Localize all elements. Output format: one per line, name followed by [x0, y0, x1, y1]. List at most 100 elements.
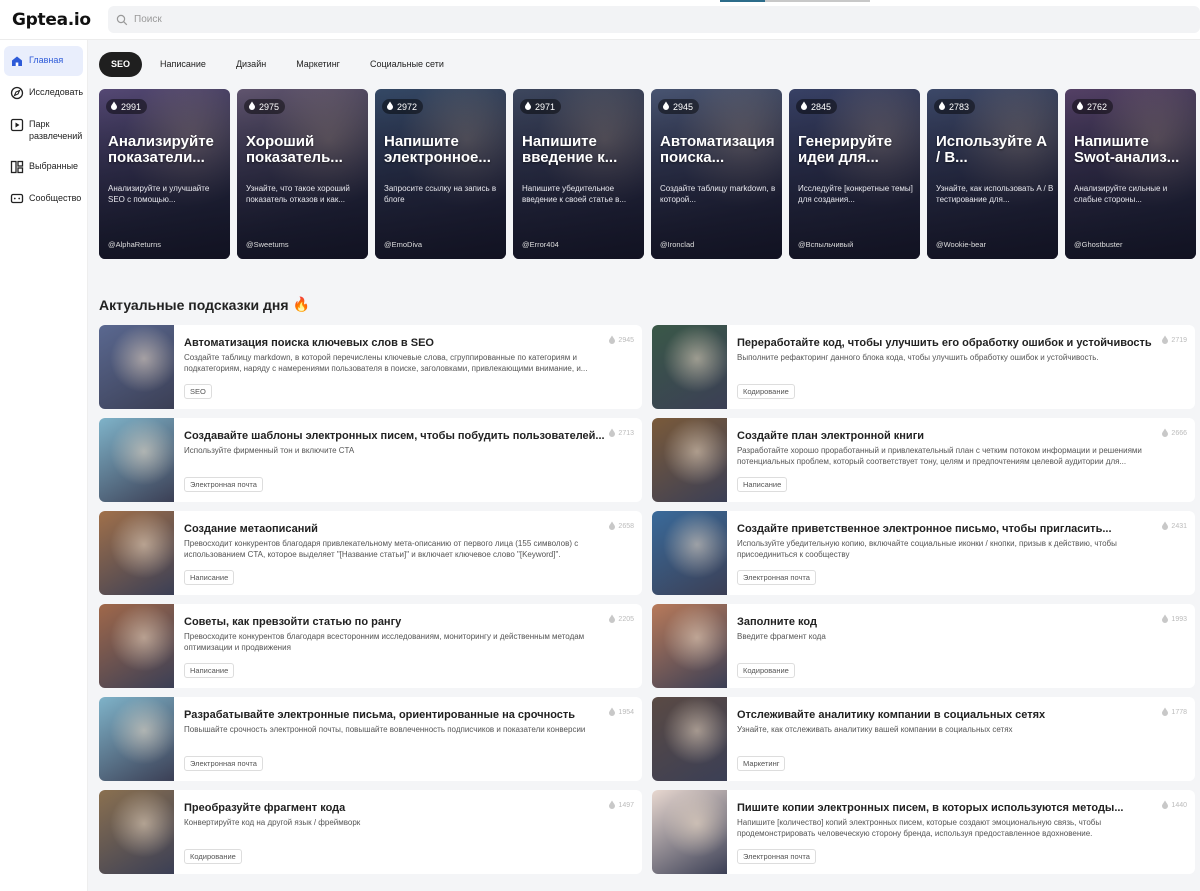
prompt-item[interactable]: Преобразуйте фрагмент кода Конвертируйте …	[99, 790, 642, 874]
prompt-description: Напишите [количество] копий электронных …	[737, 818, 1102, 838]
views-count: 2762	[1087, 101, 1108, 112]
views-count: 2971	[535, 101, 556, 112]
views-badge: 2972	[382, 99, 424, 114]
prompt-thumbnail	[652, 325, 727, 409]
views-count: 2972	[397, 101, 418, 112]
drop-icon	[1161, 707, 1169, 718]
prompt-tag[interactable]: Электронная почта	[184, 756, 263, 771]
card-overlay	[375, 89, 506, 259]
views-badge: 2762	[1072, 99, 1114, 114]
drop-icon	[248, 101, 256, 112]
featured-card[interactable]: 2945 Автоматизация поиска... Создайте табл…	[651, 89, 782, 259]
tab-social[interactable]: Социальные сети	[358, 52, 456, 77]
prompt-description: Превосходите конкурентов благодаря всест…	[184, 632, 585, 652]
drop-icon	[110, 101, 118, 112]
sidebar-item-favorites[interactable]: Выбранные	[4, 152, 83, 182]
prompt-count: 1954	[608, 707, 634, 718]
prompt-item[interactable]: Создайте план электронной книги Разработа…	[652, 418, 1195, 502]
sidebar-item-community[interactable]: Сообщество	[4, 184, 83, 214]
card-title: Хороший показатель...	[246, 133, 343, 166]
sidebar-item-label: Парк развлечений	[29, 119, 83, 141]
prompt-count-value: 2205	[618, 616, 634, 623]
prompt-item[interactable]: Заполните код Введите фрагмент кода Кодиро…	[652, 604, 1195, 688]
search-box[interactable]	[108, 6, 1200, 33]
home-icon	[12, 56, 22, 66]
prompt-tag[interactable]: SEO	[184, 384, 212, 399]
views-count: 2991	[121, 101, 142, 112]
featured-card[interactable]: 2845 Генерируйте идеи для... Исследуйте [к…	[789, 89, 920, 259]
drop-icon	[1161, 521, 1169, 532]
featured-card[interactable]: 2762 Напишите Swot-анализ... Анализируйте …	[1065, 89, 1196, 259]
views-count: 2945	[673, 101, 694, 112]
prompt-tag[interactable]: Электронная почта	[184, 477, 263, 492]
prompt-thumbnail	[99, 418, 174, 502]
featured-card[interactable]: 2991 Анализируйте показатели... Анализируй…	[99, 89, 230, 259]
drop-icon	[608, 428, 616, 439]
prompt-item[interactable]: Советы, как превзойти статью по рангу Пре…	[99, 604, 642, 688]
prompt-count-value: 2945	[618, 337, 634, 344]
prompt-item[interactable]: Отслеживайте аналитику компании в социал…	[652, 697, 1195, 781]
search-input[interactable]	[134, 14, 634, 25]
card-description: Создайте таблицу markdown, в которой...	[660, 184, 776, 204]
tab-seo[interactable]: SEO	[99, 52, 143, 77]
sidebar-item-explore[interactable]: Исследовать	[4, 78, 83, 108]
prompt-count: 1440	[1161, 800, 1187, 811]
drop-icon	[1161, 800, 1169, 811]
views-count: 2783	[949, 101, 970, 112]
tab-marketing[interactable]: Маркетинг	[284, 52, 352, 77]
prompt-item[interactable]: Создание метаописаний Превосходит конкуре…	[99, 511, 642, 595]
prompt-count: 2713	[608, 428, 634, 439]
drop-icon	[1161, 335, 1169, 346]
card-description: Напишите убедительное введение к своей с…	[522, 184, 627, 204]
featured-card[interactable]: 2783 Используйте A / B... Узнайте, как исп…	[927, 89, 1058, 259]
views-badge: 2845	[796, 99, 838, 114]
card-overlay	[1065, 89, 1196, 259]
prompt-title: Пишите копии электронных писем, в которы…	[737, 802, 1124, 814]
prompt-item[interactable]: Пишите копии электронных писем, в которы…	[652, 790, 1195, 874]
card-description: Анализируйте сильные и слабые стороны...	[1074, 184, 1168, 204]
prompt-title: Создайте приветственное электронное пись…	[737, 523, 1112, 535]
card-title: Используйте A / B...	[936, 133, 1047, 166]
prompt-item[interactable]: Создавайте шаблоны электронных писем, чт…	[99, 418, 642, 502]
prompt-list: Автоматизация поиска ключевых слов в SEO…	[99, 325, 1199, 874]
chat-icon	[10, 193, 24, 204]
prompt-tag[interactable]: Кодирование	[737, 384, 795, 399]
prompt-item[interactable]: Создайте приветственное электронное пись…	[652, 511, 1195, 595]
prompt-item[interactable]: Переработайте код, чтобы улучшить его об…	[652, 325, 1195, 409]
prompt-tag[interactable]: Электронная почта	[737, 570, 816, 585]
play-icon	[10, 118, 24, 132]
compass-icon	[10, 86, 24, 100]
sidebar-item-playground[interactable]: Парк развлечений	[4, 110, 83, 150]
featured-card[interactable]: 2971 Напишите введение к... Напишите убеди…	[513, 89, 644, 259]
prompt-item[interactable]: Разрабатывайте электронные письма, ориен…	[99, 697, 642, 781]
prompt-tag[interactable]: Написание	[737, 477, 788, 492]
prompt-tag[interactable]: Кодирование	[184, 849, 242, 864]
tab-writing[interactable]: Написание	[148, 52, 218, 77]
prompt-title: Автоматизация поиска ключевых слов в SEO	[184, 337, 434, 349]
prompt-description: Конвертируйте код на другой язык / фрейм…	[184, 818, 361, 827]
prompt-thumbnail	[652, 511, 727, 595]
prompt-thumbnail	[652, 604, 727, 688]
card-overlay	[651, 89, 782, 259]
prompt-tag[interactable]: Написание	[184, 570, 235, 585]
card-description: Запросите ссылку на запись в блоге	[384, 184, 497, 204]
prompt-tag[interactable]: Написание	[184, 663, 235, 678]
prompt-count: 2945	[608, 335, 634, 346]
card-author: @Вспыльчивый	[798, 240, 854, 249]
prompt-description: Создайте таблицу markdown, в которой пер…	[184, 353, 588, 373]
featured-card[interactable]: 2972 Напишите электронное... Запросите ссы…	[375, 89, 506, 259]
card-author: @Sweetums	[246, 240, 289, 249]
views-badge: 2971	[520, 99, 562, 114]
featured-card[interactable]: 2975 Хороший показатель... Узнайте, что та…	[237, 89, 368, 259]
tab-design[interactable]: Дизайн	[224, 52, 278, 77]
prompt-item[interactable]: Автоматизация поиска ключевых слов в SEO…	[99, 325, 642, 409]
prompt-count-value: 1440	[1171, 802, 1187, 809]
prompt-tag[interactable]: Маркетинг	[737, 756, 786, 771]
prompt-tag[interactable]: Кодирование	[737, 663, 795, 678]
card-title: Напишите введение к...	[522, 133, 618, 166]
prompt-count-value: 2431	[1171, 523, 1187, 530]
top-bar: Gptea.io	[0, 0, 1200, 40]
logo[interactable]: Gptea.io	[0, 10, 100, 30]
prompt-tag[interactable]: Электронная почта	[737, 849, 816, 864]
sidebar-item-home[interactable]: Главная	[4, 46, 83, 76]
